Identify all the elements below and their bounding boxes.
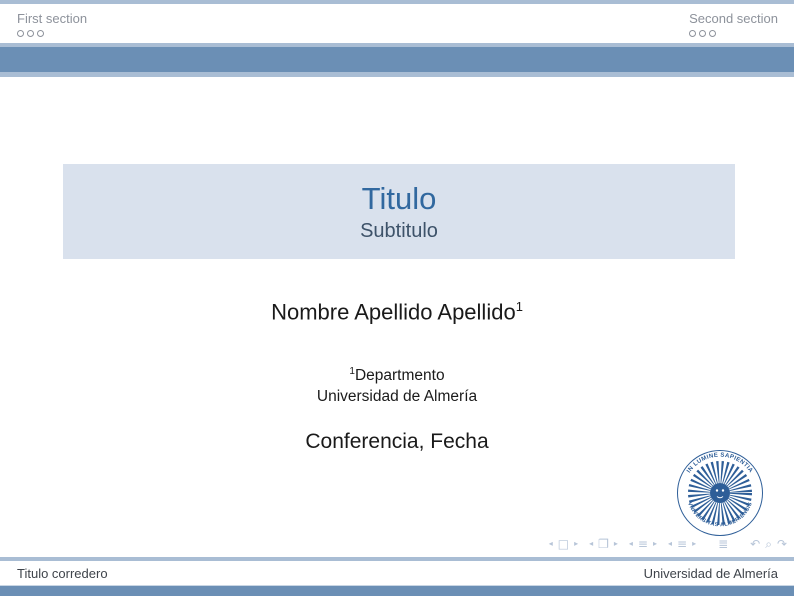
frame-dot[interactable] [699,30,706,37]
section-icon[interactable]: ≡ [677,538,687,550]
bottom-accent-bar [0,585,794,596]
sun-eye-left [716,489,718,491]
institute-block: 1Departmento Universidad de Almería [0,361,794,407]
beamer-title-slide: First section Second section Titulo Subt… [0,0,794,596]
sun-eye-right [722,489,724,491]
next-subsection-arrow[interactable]: ▸ [653,538,657,550]
section-first-label[interactable]: First section [17,11,87,27]
seal-name-text: VNIVERSITAS ALMERIENSIS [686,501,754,528]
frame-dot[interactable] [27,30,34,37]
university-seal-logo: IN LUMINE SAPIENTIA VNIVERSITAS ALMERIEN… [676,449,764,537]
next-section-arrow[interactable]: ▸ [692,538,696,550]
search-icon[interactable]: ⌕ [765,538,772,550]
next-frame-arrow[interactable]: ▸ [614,538,618,550]
nav-slide-group: ◂ □ ▸ [549,538,578,550]
institute-line-1: 1Departmento [0,361,794,386]
author-footnote-marker: 1 [516,299,523,314]
prev-section-arrow[interactable]: ◂ [668,538,672,550]
nav-section-group: ◂ ≡ ▸ [668,538,696,550]
section-first-frame-dots [17,30,87,37]
footer-short-title: Titulo corredero [17,566,108,581]
frame-dot[interactable] [709,30,716,37]
section-header: First section Second section [0,4,794,43]
nav-presentation-group: ≣ [718,538,728,550]
steel-blue-band [0,47,794,72]
footline-bar: Titulo corredero Universidad de Almería [0,561,794,586]
nav-history-group: ↶ ⌕ ↷ [750,538,787,550]
seal-sun-face [710,483,730,503]
slide-icon[interactable]: □ [558,538,569,550]
nav-frame-group: ◂ ❐ ▸ [589,538,618,550]
subsection-icon[interactable]: ≡ [638,538,648,550]
forward-icon[interactable]: ↷ [777,538,787,550]
frame-dot[interactable] [17,30,24,37]
institute-line-2: Universidad de Almería [0,386,794,407]
conference-date: Conferencia, Fecha [0,430,794,454]
institute-department: Departmento [355,367,445,384]
section-second-label[interactable]: Second section [689,11,778,27]
footer-institution: Universidad de Almería [644,566,778,581]
slide-title: Titulo [362,183,437,214]
prev-frame-arrow[interactable]: ◂ [589,538,593,550]
slide-subtitle: Subtitulo [360,221,438,241]
title-block: Titulo Subtitulo [63,164,735,259]
prev-subsection-arrow[interactable]: ◂ [629,538,633,550]
next-slide-arrow[interactable]: ▸ [574,538,578,550]
header-section-first: First section [17,11,87,37]
presentation-icon[interactable]: ≣ [718,538,728,550]
header-section-second: Second section [689,11,778,37]
author-name: Nombre Apellido Apellido [271,299,516,324]
band-bottom-line [0,72,794,77]
back-icon[interactable]: ↶ [750,538,760,550]
prev-slide-arrow[interactable]: ◂ [549,538,553,550]
frame-dot[interactable] [37,30,44,37]
frame-dot[interactable] [689,30,696,37]
nav-subsection-group: ◂ ≡ ▸ [629,538,657,550]
seal-motto-text: IN LUMINE SAPIENTIA [686,453,754,475]
beamer-navigation-bar: ◂ □ ▸ ◂ ❐ ▸ ◂ ≡ ▸ ◂ ≡ ▸ ≣ ↶ ⌕ ↷ [538,538,787,550]
frame-icon[interactable]: ❐ [598,538,609,550]
section-second-frame-dots [689,30,778,37]
author-line: Nombre Apellido Apellido1 [0,299,794,325]
